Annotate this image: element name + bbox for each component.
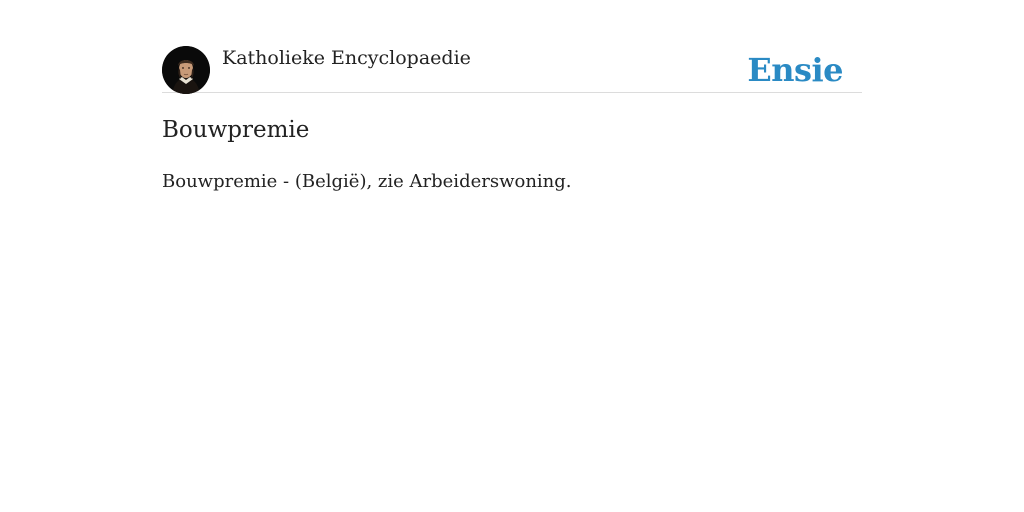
article-body: Bouwpremie - (België), zie Arbeiderswoni…	[162, 169, 572, 195]
article-body-prefix: Bouwpremie - (België), zie	[162, 171, 410, 192]
article-title: Bouwpremie	[162, 117, 310, 143]
page: Katholieke Encyclopaedie Ensie Bouwpremi…	[0, 0, 1024, 512]
site-header: Katholieke Encyclopaedie Ensie	[162, 46, 862, 94]
site-title-link[interactable]: Katholieke Encyclopaedie	[222, 46, 471, 70]
article-body-suffix: .	[565, 171, 572, 192]
arbeiderswoning-link[interactable]: Arbeiderswoning	[410, 171, 566, 192]
portrait-avatar-icon[interactable]	[162, 46, 210, 94]
brand-logo-link[interactable]: Ensie	[747, 51, 843, 89]
